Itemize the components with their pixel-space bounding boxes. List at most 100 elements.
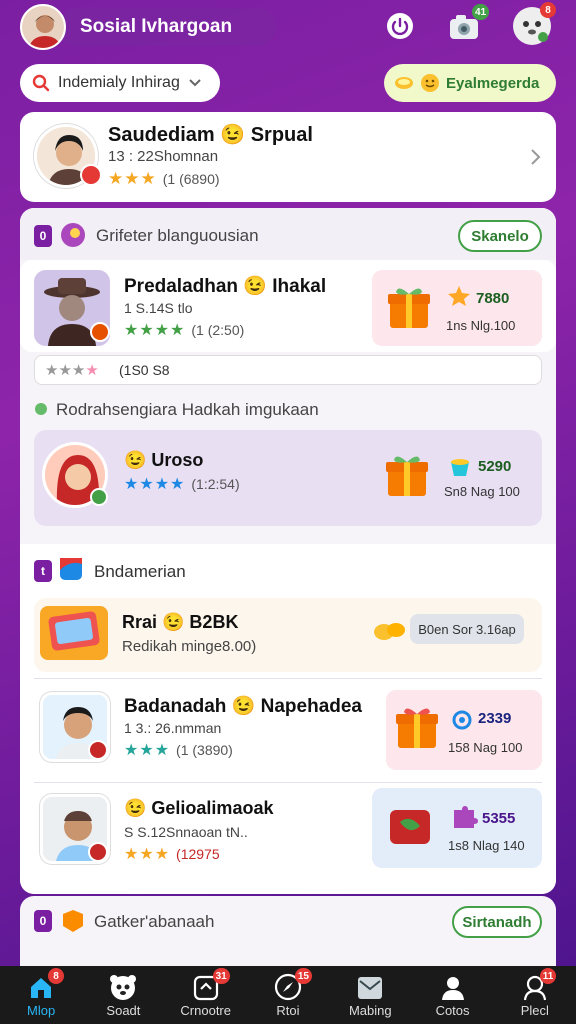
section-action-button[interactable]: Skanelo [458, 220, 542, 252]
mail-icon [358, 977, 383, 999]
star-icon: ★★★★ [124, 476, 186, 493]
gift-sub: 1s8 Nlag 140 [448, 838, 525, 853]
nav-label: Plecl [520, 1003, 549, 1018]
nav-item-create[interactable]: 31 Crnootre [165, 966, 247, 1024]
gift-value: 5355 [482, 810, 516, 827]
item-rating: ★★★★ (1 (2:50) [124, 320, 244, 340]
power-icon [387, 13, 413, 39]
item-name: 😉 Gelioalimaoak [124, 798, 274, 818]
nav-badge: 31 [212, 968, 230, 984]
user-avatar[interactable] [20, 4, 66, 50]
gift-value: 7880 [476, 290, 510, 307]
nav-label: Crnootre [180, 1003, 231, 1018]
nav-label: Rtoi [276, 1003, 300, 1018]
coins-button[interactable]: Eyalmegerda [384, 64, 556, 102]
section-header-3: 0 Gatker'abanaah Sirtanadh [20, 896, 556, 966]
section-title: Grifeter blanguousian [96, 226, 259, 245]
list-item[interactable]: Badanadah 😉 Napehadea 1 3.: 26.nmman ★★★… [20, 684, 556, 780]
profile-subtitle: 13 : 22Shomnan [108, 148, 219, 165]
divider [34, 782, 542, 783]
app-title: Sosial Ivhargoan [80, 16, 233, 37]
search-icon [32, 74, 50, 92]
section-tag: 0 [34, 910, 52, 932]
sparkle-icon [448, 286, 470, 306]
section-tag: t [34, 560, 52, 582]
gift-reward[interactable]: 7880 1ns Nlg.100 [372, 270, 542, 346]
gift-reward[interactable]: 2339 158 Nag 100 [386, 690, 542, 770]
item-name: Badanadah 😉 Napehadea [124, 696, 363, 717]
item-badge-icon [88, 842, 108, 862]
profile-rating-meta: (1 (6890) [162, 171, 220, 187]
item-subtitle: 1 3.: 26.nmman [124, 720, 222, 736]
coin-stack-icon [374, 623, 405, 640]
nav-item-profile[interactable]: 11 Plecl [494, 966, 576, 1024]
profile-name: Saudediam 😉 Srpual [108, 124, 313, 146]
item-rating: ★★★★ (1:2:54) [124, 474, 240, 494]
promo-subtitle: Redikah minge8.00) [122, 638, 257, 655]
item-rating-meta: (12975 [176, 846, 220, 862]
nav-badge: 8 [48, 968, 64, 984]
camera-badge: 41 [472, 4, 490, 20]
chevron-right-icon[interactable] [530, 148, 542, 166]
search-label: Indemialy Inhirag [58, 74, 180, 91]
star-icon: ★★★★ [124, 322, 186, 339]
gift-value: 5290 [478, 458, 512, 475]
coin-stack-icon [395, 77, 413, 89]
shield-box-icon [63, 910, 83, 932]
phone-card-icon [40, 606, 108, 660]
nav-item-messages[interactable]: Mabing [329, 966, 411, 1024]
gift-box-icon [388, 288, 430, 328]
list-item[interactable]: 😉 Uroso ★★★★ (1:2:54) 5290 Sn8 Nag 100 [34, 430, 542, 526]
chevron-down-icon [189, 79, 201, 87]
coins-label: Eyalmegerda [446, 74, 540, 92]
list-item[interactable]: 😉 Gelioalimaoak S S.12Snnaoan tN.. ★★★ (1… [20, 788, 556, 884]
nav-item-social[interactable]: Soadt [82, 966, 164, 1024]
gift-sub: Sn8 Nag 100 [444, 484, 520, 499]
star-icon: ★★★★ [45, 362, 99, 379]
bottom-nav: 8 Mlop Soadt 31 Crnootre 15 Rtoi Mabing … [0, 966, 576, 1024]
gift-sub: 1ns Nlg.100 [446, 318, 516, 333]
refresh-icon [452, 710, 472, 730]
list-item[interactable]: Predaladhan 😉 Ihakal 1 S.14S tlo ★★★★ (1 … [20, 260, 556, 352]
nav-label: Soadt [106, 1003, 141, 1018]
nav-badge: 15 [294, 968, 312, 984]
smile-coin-icon [421, 74, 439, 92]
section-action-button[interactable]: Sirtanadh [452, 906, 542, 938]
profile-card[interactable]: Saudediam 😉 Srpual 13 : 22Shomnan ★★★ (1 … [20, 112, 556, 202]
promo-pill[interactable]: B0en Sor 3.16ap [410, 614, 524, 644]
camera-button[interactable]: 41 [446, 4, 490, 44]
nav-label: Cotos [435, 1003, 470, 1018]
section-tag: 0 [34, 225, 52, 247]
search-dropdown[interactable]: Indemialy Inhirag [20, 64, 220, 102]
puzzle-icon [454, 806, 478, 828]
star-icon: ★★★ [124, 742, 171, 759]
verified-badge-icon [80, 164, 102, 186]
cube-icon [60, 558, 82, 580]
main-panel: 0 Grifeter blanguousian Skanelo Predalad… [20, 208, 556, 894]
profile-badge: 8 [540, 2, 556, 18]
profile-menu-button[interactable]: 8 [512, 2, 556, 46]
section-2: t Bndamerian Rrai 😉 B2BK Redikah minge8.… [20, 544, 556, 894]
nav-item-home[interactable]: 8 Mlop [0, 966, 82, 1024]
gift-reward[interactable]: 5355 1s8 Nlag 140 [372, 788, 542, 868]
section-title: Rodrahsengiara Hadkah imgukaan [56, 400, 319, 419]
nav-item-contacts[interactable]: Cotos [411, 966, 493, 1024]
item-rating: ★★★ (1 (3890) [124, 740, 233, 760]
item-badge-icon [90, 488, 108, 506]
gift-box-icon [390, 810, 430, 844]
power-button[interactable] [382, 8, 418, 44]
item-badge-icon [88, 740, 108, 760]
dot-icon [35, 403, 47, 415]
nav-badge: 11 [539, 968, 557, 984]
section-title: Bndamerian [94, 562, 186, 581]
rating-bar[interactable]: ★★★★ (1S0 S8 [34, 355, 542, 385]
item-subtitle: S S.12Snnaoan tN.. [124, 824, 248, 840]
nav-label: Mlop [27, 1003, 56, 1018]
star-icon: ★★★ [124, 846, 171, 863]
profile-rating: ★★★ (1 (6890) [108, 169, 220, 189]
nav-label: Mabing [348, 1003, 392, 1018]
nav-item-explore[interactable]: 15 Rtoi [247, 966, 329, 1024]
promo-card[interactable]: Rrai 😉 B2BK Redikah minge8.00) B0en Sor … [34, 598, 542, 672]
item-subtitle: 1 S.14S tlo [124, 300, 193, 316]
gift-box-icon [386, 456, 428, 496]
